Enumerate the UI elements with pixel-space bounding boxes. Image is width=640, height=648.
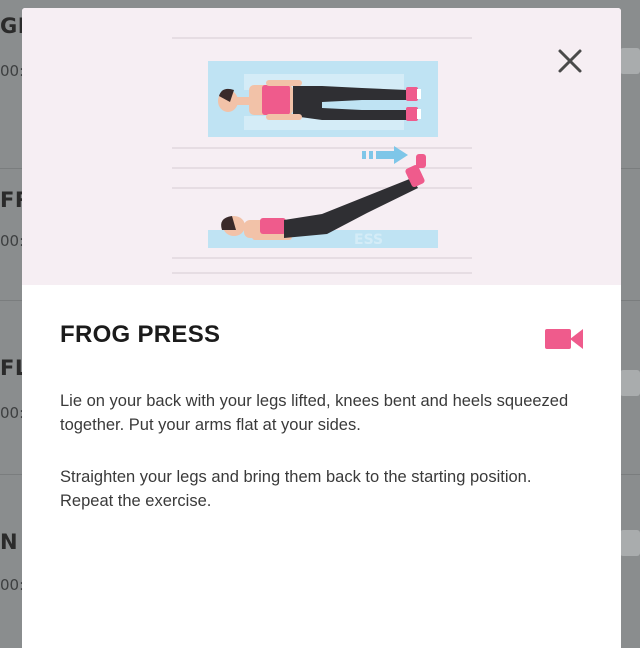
exercise-title: FROG PRESS: [60, 321, 221, 348]
exercise-illustration-area: ESS: [22, 8, 621, 285]
description-paragraph: Lie on your back with your legs lifted, …: [60, 392, 569, 434]
close-button[interactable]: [555, 46, 585, 76]
exercise-detail-modal: ESS FROG PRESS Lie on your back with you…: [22, 8, 621, 648]
list-item-thumbnail: [620, 530, 640, 556]
frog-press-illustration: ESS: [172, 37, 472, 274]
list-item-duration: 00:: [0, 232, 25, 250]
svg-text:ESS: ESS: [354, 232, 383, 248]
list-item-duration: 00:: [0, 404, 25, 422]
video-camera-icon: [545, 329, 583, 349]
list-item-duration: 00:: [0, 62, 25, 80]
play-video-button[interactable]: [545, 327, 583, 351]
list-item-thumbnail: [620, 48, 640, 74]
list-item-thumbnail: [620, 370, 640, 396]
description-paragraph: Straighten your legs and bring them back…: [60, 468, 532, 510]
list-item-duration: 00:: [0, 576, 25, 594]
close-icon: [558, 49, 582, 73]
list-item-title: N: [0, 530, 19, 554]
